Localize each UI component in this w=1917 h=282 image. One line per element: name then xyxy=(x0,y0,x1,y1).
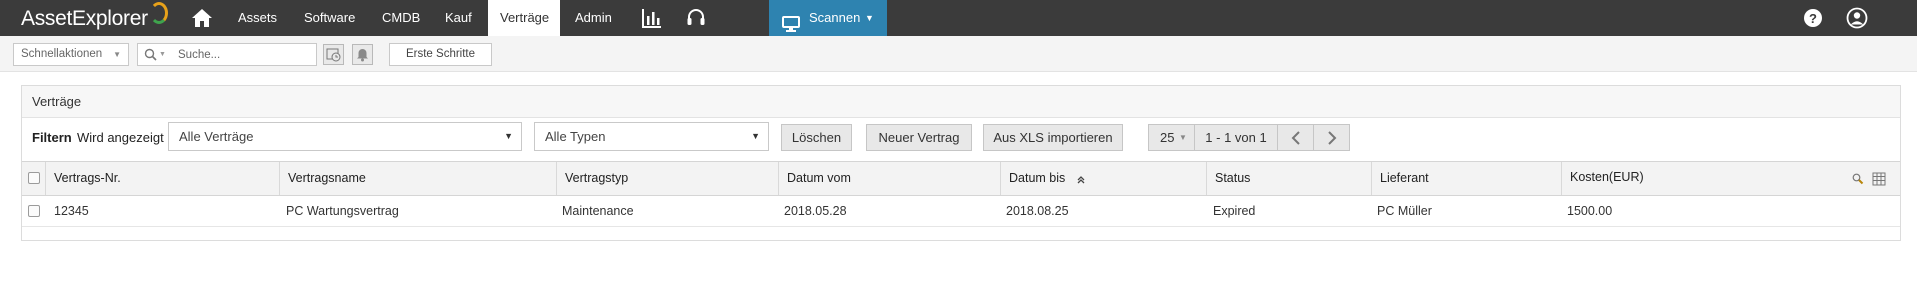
row-checkbox[interactable] xyxy=(28,205,40,217)
cell-contract-type: Maintenance xyxy=(562,204,634,218)
cell-date-to: 2018.08.25 xyxy=(1006,204,1069,218)
reports-chart-icon[interactable] xyxy=(640,6,664,30)
help-icon[interactable]: ? xyxy=(1803,8,1823,28)
cell-contract-name[interactable]: PC Wartungsvertrag xyxy=(286,196,399,226)
column-chooser-grid-icon[interactable] xyxy=(1872,172,1886,186)
history-clock-icon[interactable] xyxy=(323,44,344,65)
search-box[interactable]: ▼ xyxy=(137,43,317,66)
scan-label: Scannen xyxy=(809,10,861,25)
logo-arc-icon xyxy=(150,2,168,24)
chevron-down-icon: ▼ xyxy=(113,50,121,59)
column-header-vendor[interactable]: Lieferant xyxy=(1371,162,1561,195)
chevron-down-icon: ▼ xyxy=(751,131,760,141)
notification-bell-icon[interactable] xyxy=(352,44,373,65)
svg-text:?: ? xyxy=(1809,11,1817,26)
filter-label: Filtern xyxy=(32,130,72,145)
cell-vendor: PC Müller xyxy=(1377,204,1432,218)
contracts-panel: Verträge Filtern Wird angezeigt Alle Ver… xyxy=(21,85,1901,241)
column-header-contract-no[interactable]: Vertrags-Nr. xyxy=(45,162,279,195)
column-search-icon[interactable] xyxy=(1852,173,1865,185)
next-page-button[interactable] xyxy=(1313,124,1350,151)
chevron-down-icon: ▼ xyxy=(1179,133,1187,142)
column-header-date-to[interactable]: Datum bis xyxy=(1000,162,1206,195)
column-header-status[interactable]: Status xyxy=(1206,162,1371,195)
chevron-down-icon: ▼ xyxy=(865,13,874,23)
nav-item-software[interactable]: Software xyxy=(292,0,367,36)
delete-button[interactable]: Löschen xyxy=(781,124,852,151)
search-scope-chevron-icon[interactable]: ▼ xyxy=(159,44,166,65)
cell-status: Expired xyxy=(1213,204,1256,218)
cell-date-from: 2018.05.28 xyxy=(784,204,847,218)
nav-item-admin[interactable]: Admin xyxy=(563,0,624,36)
chevron-left-icon xyxy=(1291,131,1300,145)
nav-item-cmdb[interactable]: CMDB xyxy=(370,0,432,36)
pagination: 25 ▼ 1 - 1 von 1 xyxy=(1148,124,1358,151)
top-navigation-bar: AssetExplorer Assets Software CMDB Kauf … xyxy=(0,0,1917,36)
new-contract-button[interactable]: Neuer Vertrag xyxy=(866,124,972,151)
column-header-contract-type[interactable]: Vertragstyp xyxy=(556,162,778,195)
search-input[interactable] xyxy=(178,46,308,63)
chevron-down-icon: ▼ xyxy=(504,131,513,141)
quick-actions-label: Schnellaktionen xyxy=(21,48,103,60)
table-row[interactable]: 12345 PC Wartungsvertrag Maintenance 201… xyxy=(22,196,1900,227)
cell-cost: 1500.00 xyxy=(1567,204,1613,218)
select-all-cell xyxy=(22,162,44,195)
search-icon xyxy=(144,48,157,61)
contract-type-select[interactable]: Alle Typen ▼ xyxy=(534,122,769,151)
column-header-contract-name[interactable]: Vertragsname xyxy=(279,162,556,195)
contract-type-value: Alle Typen xyxy=(545,129,606,144)
support-headset-icon[interactable] xyxy=(684,6,708,30)
page-size-select[interactable]: 25 ▼ xyxy=(1148,124,1195,151)
nav-item-assets[interactable]: Assets xyxy=(226,0,289,36)
column-header-cost[interactable]: Kosten(EUR) xyxy=(1561,162,1900,195)
quick-actions-dropdown[interactable]: Schnellaktionen ▼ xyxy=(13,43,129,66)
select-all-checkbox[interactable] xyxy=(28,172,40,184)
column-tools xyxy=(1852,172,1892,186)
previous-page-button[interactable] xyxy=(1277,124,1314,151)
table-header: Vertrags-Nr. Vertragsname Vertragstyp Da… xyxy=(22,161,1900,196)
cell-contract-no[interactable]: 12345 xyxy=(54,196,89,226)
shown-label: Wird angezeigt xyxy=(77,130,164,145)
chevron-right-icon xyxy=(1328,131,1337,145)
page-range: 1 - 1 von 1 xyxy=(1194,124,1278,151)
scan-menu-button[interactable]: Scannen ▼ xyxy=(769,0,887,36)
column-header-date-from[interactable]: Datum vom xyxy=(778,162,1000,195)
quick-actions-bar: Schnellaktionen ▼ ▼ Erste Schritte xyxy=(0,36,1917,72)
import-xls-button[interactable]: Aus XLS importieren xyxy=(983,124,1123,151)
first-steps-button[interactable]: Erste Schritte xyxy=(389,43,492,66)
contract-view-select[interactable]: Alle Verträge ▼ xyxy=(168,122,522,151)
sort-ascending-icon[interactable] xyxy=(1076,174,1086,184)
app-logo[interactable]: AssetExplorer xyxy=(21,7,148,31)
nav-item-vertraege[interactable]: Verträge xyxy=(488,0,560,36)
panel-title: Verträge xyxy=(22,86,1900,118)
user-avatar-icon[interactable] xyxy=(1846,7,1868,29)
home-icon[interactable] xyxy=(190,6,214,30)
contract-view-value: Alle Verträge xyxy=(179,129,254,144)
nav-item-kauf[interactable]: Kauf xyxy=(433,0,484,36)
page-size-value: 25 xyxy=(1160,130,1175,145)
